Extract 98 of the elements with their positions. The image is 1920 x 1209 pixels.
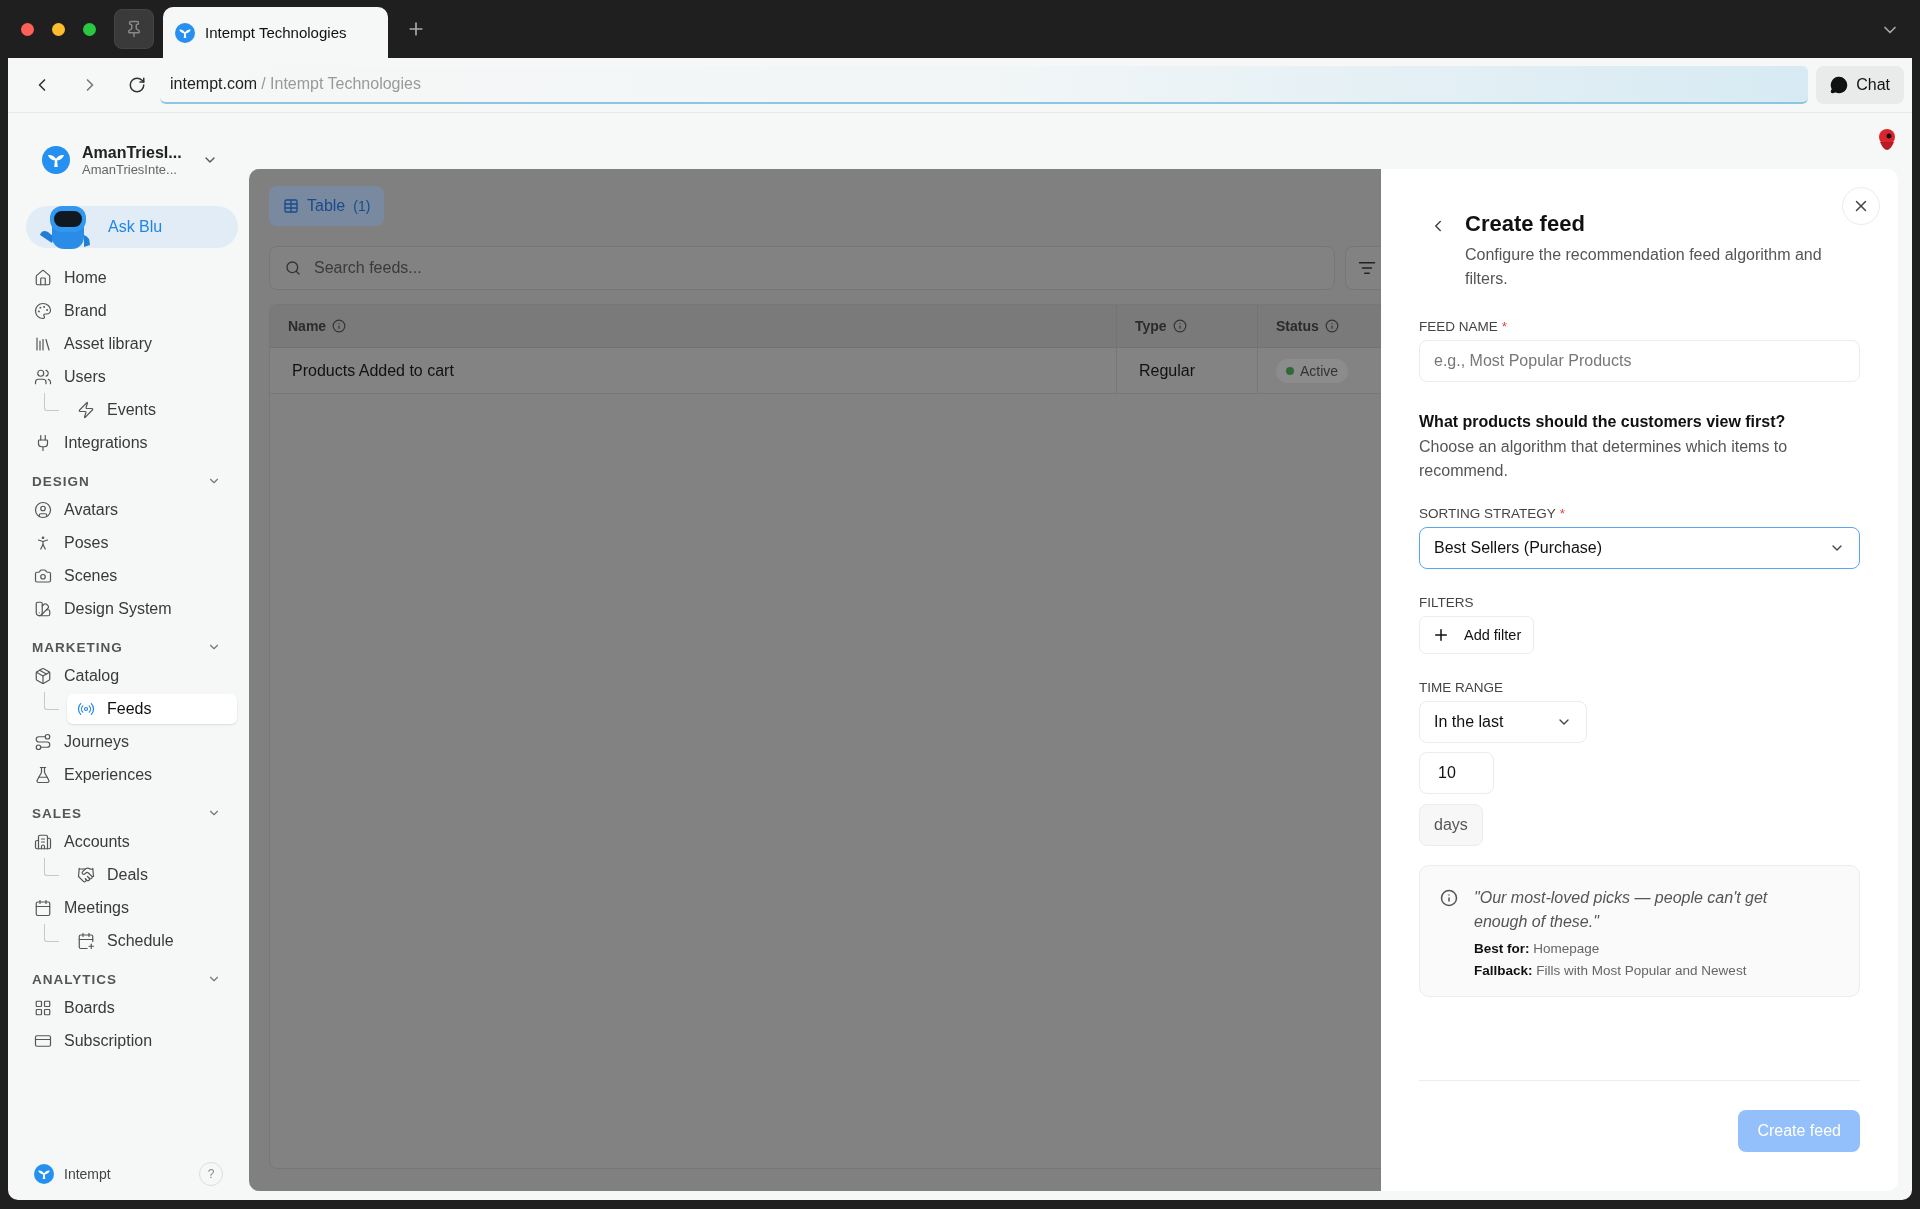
- flask-icon: [34, 766, 52, 784]
- filter-icon: [1357, 259, 1376, 277]
- sidebar-item[interactable]: Catalog: [24, 661, 237, 691]
- sidebar-item[interactable]: Meetings: [24, 893, 237, 923]
- panel-description: Configure the recommendation feed algorithm and filters.: [1465, 245, 1823, 289]
- camera-icon: [34, 567, 52, 585]
- logo-icon: [175, 22, 195, 43]
- table-icon: [283, 198, 299, 214]
- house-icon: [34, 269, 52, 287]
- handshake-icon: [77, 866, 95, 884]
- sidebar-item[interactable]: Events: [67, 395, 237, 425]
- amount-field[interactable]: 10: [1419, 752, 1494, 794]
- unit-label: days: [1419, 804, 1483, 846]
- sidebar-item[interactable]: Subscription: [24, 1026, 237, 1056]
- sidebar-item[interactable]: Deals: [67, 860, 237, 890]
- field-label: SORTING STRATEGY *: [1419, 506, 1567, 521]
- workspace-switcher[interactable]: AmanTriesI... AmanTriesInte...: [24, 140, 237, 180]
- box-icon: [34, 667, 52, 685]
- info-icon: [1172, 319, 1187, 333]
- field-label: FILTERS: [1419, 595, 1475, 610]
- library-icon: [34, 335, 52, 353]
- building-icon: [34, 833, 52, 851]
- section-toggle[interactable]: DESIGN: [24, 470, 237, 492]
- sorting-select[interactable]: Best Sellers (Purchase): [1419, 527, 1860, 569]
- fallback-text: Fallback: Fills with Most Popular and Newest: [1474, 963, 1748, 978]
- status-badge: Active: [1276, 358, 1349, 383]
- info-icon: [332, 319, 347, 333]
- plus-icon: [1432, 626, 1450, 644]
- lightning-icon: [77, 401, 95, 419]
- search-icon: [285, 260, 301, 276]
- sidebar-item[interactable]: Asset library: [24, 329, 237, 359]
- palette-icon: [34, 302, 52, 320]
- browser-tab[interactable]: Intempt Technologies: [163, 7, 388, 58]
- tree-line: [44, 923, 59, 942]
- logo-icon: [42, 146, 70, 174]
- column-header: Status: [1258, 305, 1381, 348]
- column-header: Name: [270, 305, 1116, 348]
- panel-title: Create feed: [1465, 211, 1586, 237]
- field-label: FEED NAME *: [1419, 319, 1509, 334]
- field-label: TIME RANGE: [1419, 680, 1504, 695]
- tree-line: [44, 857, 59, 876]
- column-header: Type: [1117, 305, 1257, 348]
- tree-line: [44, 392, 59, 411]
- page-title: / Intempt Technologies: [261, 75, 421, 93]
- input-field[interactable]: e.g., Most Popular Products: [1419, 340, 1860, 382]
- sidebar-item[interactable]: Accounts: [24, 827, 237, 857]
- zoom-window-button[interactable]: [83, 22, 96, 36]
- sidebar-item[interactable]: Journeys: [24, 727, 237, 757]
- section-description: Choose an algorithm that determines which items to recommend.: [1419, 437, 1789, 481]
- close-button[interactable]: [1842, 187, 1880, 225]
- section-toggle[interactable]: ANALYTICS: [24, 968, 237, 990]
- logo-icon: [34, 1164, 54, 1184]
- filter-button[interactable]: [1345, 246, 1381, 290]
- sidebar-item[interactable]: Avatars: [24, 495, 237, 525]
- sidebar-item[interactable]: Brand: [24, 296, 237, 326]
- broadcast-icon: [77, 700, 95, 718]
- table-cell: Regular: [1116, 348, 1257, 394]
- workspace-name: AmanTriesI...: [82, 143, 182, 162]
- sidebar-item[interactable]: Design System: [24, 594, 237, 624]
- chat-icon: [1830, 76, 1849, 94]
- info-icon: [1440, 889, 1458, 907]
- card-icon: [34, 1032, 52, 1050]
- user-circle-icon: [34, 501, 52, 519]
- sidebar-item[interactable]: Users: [24, 362, 237, 392]
- sidebar-item[interactable]: Experiences: [24, 760, 237, 790]
- tab-title: Intempt Technologies: [205, 24, 347, 41]
- calendar-icon: [34, 899, 52, 917]
- tree-line: [44, 691, 59, 710]
- pin-icon: [125, 20, 143, 38]
- section-toggle[interactable]: SALES: [24, 802, 237, 824]
- sidebar-item[interactable]: Poses: [24, 528, 237, 558]
- chat-button[interactable]: Chat: [1816, 66, 1904, 104]
- url-host: intempt.com: [170, 75, 258, 93]
- users-icon: [34, 368, 52, 386]
- best-for-text: Best for: Homepage: [1474, 941, 1601, 956]
- quote-text: "Our most-loved picks — people can't get enough of these.": [1474, 888, 1769, 932]
- sidebar-item[interactable]: Scenes: [24, 561, 237, 591]
- brand-name: Intempt: [64, 1166, 111, 1182]
- workspace-subtitle: AmanTriesInte...: [82, 161, 178, 177]
- info-icon: [1324, 319, 1339, 333]
- swatch-icon: [34, 600, 52, 618]
- add-filter-button[interactable]: Add filter: [1419, 616, 1535, 654]
- address-bar[interactable]: intempt.com / Intempt Technologies: [160, 66, 1809, 104]
- section-toggle[interactable]: MARKETING: [24, 636, 237, 658]
- sidebar-item[interactable]: Boards: [24, 993, 237, 1023]
- sidebar-item[interactable]: Feeds: [67, 694, 237, 724]
- sidebar-item[interactable]: Schedule: [67, 926, 237, 956]
- sidebar-item[interactable]: Integrations: [24, 428, 237, 458]
- calendar-plus-icon: [77, 932, 95, 950]
- search-field[interactable]: Search feeds...: [269, 246, 1335, 290]
- close-window-button[interactable]: [21, 22, 34, 36]
- grid-icon: [34, 999, 52, 1017]
- route-icon: [34, 733, 52, 751]
- minimize-window-button[interactable]: [52, 22, 65, 36]
- sidebar-item[interactable]: Home: [24, 263, 237, 293]
- time-range-select[interactable]: In the last: [1419, 701, 1587, 743]
- pin-button[interactable]: [114, 9, 154, 49]
- section-heading: What products should the customers view first?: [1419, 413, 1787, 431]
